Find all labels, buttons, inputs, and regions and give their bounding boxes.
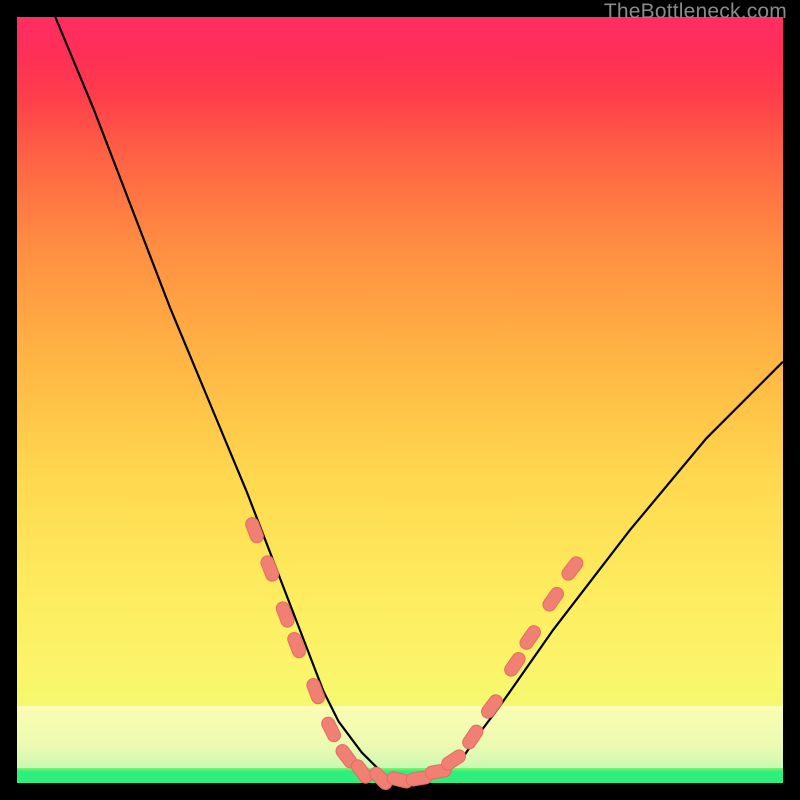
marker-pill — [286, 631, 307, 660]
marker-pill — [460, 723, 485, 752]
chart-frame: TheBottleneck.com — [0, 0, 800, 800]
watermark-text: TheBottleneck.com — [604, 0, 787, 24]
curve-svg — [17, 17, 783, 783]
marker-pill — [559, 554, 585, 583]
marker-pill — [319, 715, 342, 744]
marker-pill — [502, 650, 528, 679]
marker-pill — [517, 623, 543, 652]
marker-pill — [479, 692, 505, 721]
valley-markers — [244, 516, 586, 792]
bottleneck-curve — [55, 17, 783, 779]
marker-pill — [540, 585, 566, 614]
marker-pill — [274, 600, 295, 629]
